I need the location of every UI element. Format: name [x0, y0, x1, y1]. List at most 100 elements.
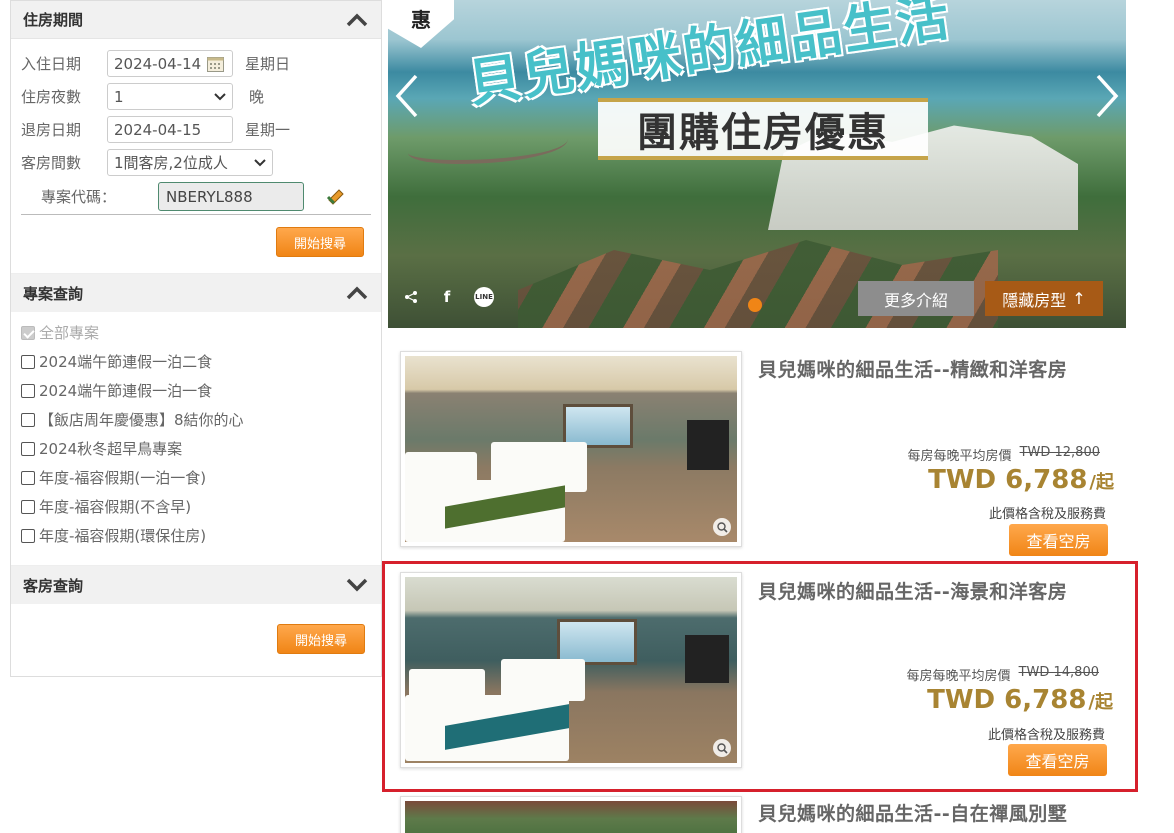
chevron-left-icon[interactable]	[392, 72, 422, 120]
checkout-date-field[interactable]: 2024-04-15	[107, 116, 233, 143]
chevron-right-icon[interactable]	[1092, 72, 1122, 120]
search-sidebar: 住房期間 入住日期 2024-04-14 星期日 住房夜數 1 晚 退房日期 2…	[10, 0, 382, 677]
chevron-up-icon[interactable]	[345, 281, 369, 305]
checkin-row: 入住日期 2024-04-14 星期日	[11, 47, 381, 80]
sale-price-unit: /起	[1089, 472, 1114, 493]
plan-section-title: 專案查詢	[23, 284, 84, 303]
sale-price-value: TWD 6,788	[928, 465, 1088, 495]
price-caption: 每房每晚平均房價	[907, 449, 1012, 464]
plan-option-label: 年度-福容假期(環保住房)	[39, 527, 207, 545]
arrow-up-icon: ↑	[1072, 289, 1086, 308]
room-photo[interactable]	[400, 796, 742, 833]
checkin-weekday: 星期日	[245, 55, 291, 73]
zoom-icon[interactable]	[713, 518, 731, 536]
share-bar: f LINE	[402, 284, 502, 310]
rooms-select[interactable]: 1間客房,2位成人	[107, 149, 273, 176]
stay-section-title: 住房期間	[23, 11, 84, 29]
room-name[interactable]: 貝兒媽咪的細品生活--自在禪風別墅	[758, 799, 1067, 826]
room-card-highlighted: 貝兒媽咪的細品生活--海景和洋客房 每房每晚平均房價 TWD 14,800 TW…	[382, 561, 1138, 792]
chevron-down-icon[interactable]	[345, 573, 369, 597]
sale-price-value: TWD 6,788	[927, 685, 1087, 715]
nights-row: 住房夜數 1 晚	[11, 80, 381, 113]
plan-option-label: 2024秋冬超早鳥專案	[39, 440, 183, 458]
chevron-down-icon	[214, 92, 226, 100]
plan-option-label: 全部專案	[39, 324, 100, 342]
plan-section-header[interactable]: 專案查詢	[11, 274, 381, 312]
checkbox[interactable]	[21, 499, 35, 514]
room-card: 貝兒媽咪的細品生活--精緻和洋客房 每房每晚平均房價 TWD 12,800 TW…	[388, 341, 1126, 556]
room-name[interactable]: 貝兒媽咪的細品生活--精緻和洋客房	[758, 355, 1067, 382]
promo-code-input[interactable]: NBERYL888	[158, 182, 305, 211]
plan-option-label: 2024端午節連假一泊二食	[39, 353, 213, 371]
plan-option[interactable]: 2024秋冬超早鳥專案	[11, 434, 381, 463]
checkbox[interactable]	[21, 412, 35, 427]
calendar-icon[interactable]	[207, 56, 225, 72]
plan-option-label: 【飯店周年慶優惠】8結你的心	[39, 411, 244, 429]
plan-option[interactable]: 【飯店周年慶優惠】8結你的心	[11, 405, 381, 434]
zoom-icon[interactable]	[713, 739, 731, 757]
apply-code-icon[interactable]	[326, 187, 346, 207]
price-caption-row: 每房每晚平均房價 TWD 12,800	[908, 445, 1100, 464]
price-caption-row: 每房每晚平均房價 TWD 14,800	[907, 665, 1099, 684]
rooms-value: 1間客房,2位成人	[114, 154, 228, 172]
check-availability-button[interactable]: 查看空房	[1008, 744, 1107, 776]
plan-option[interactable]: 2024端午節連假一泊一食	[11, 376, 381, 405]
plan-option-label: 年度-福容假期(不含早)	[39, 498, 192, 516]
nights-select[interactable]: 1	[107, 83, 233, 110]
sale-price: TWD 6,788/起	[928, 465, 1114, 495]
nights-value: 1	[114, 87, 124, 106]
chevron-up-icon[interactable]	[345, 8, 369, 32]
original-price: TWD 14,800	[1018, 665, 1099, 680]
checkout-label: 退房日期	[21, 121, 82, 139]
plan-option[interactable]: 年度-福容假期(不含早)	[11, 492, 381, 521]
room-card: 貝兒媽咪的細品生活--自在禪風別墅	[388, 794, 1126, 833]
line-icon[interactable]: LINE	[474, 287, 494, 307]
banner-scenery-bridge	[408, 128, 568, 164]
facebook-icon[interactable]: f	[438, 288, 456, 306]
checkbox[interactable]	[21, 470, 35, 485]
room-photo[interactable]	[400, 351, 742, 547]
plan-option[interactable]: 2024端午節連假一泊二食	[11, 347, 381, 376]
hide-rooms-label: 隱藏房型	[1002, 290, 1067, 310]
checkout-date-value: 2024-04-15	[114, 120, 202, 139]
checkbox[interactable]	[21, 441, 35, 456]
checkin-date-field[interactable]: 2024-04-14	[107, 50, 233, 77]
checkbox[interactable]	[21, 383, 35, 398]
sale-price: TWD 6,788/起	[927, 685, 1113, 715]
carousel-indicator-dot[interactable]	[748, 298, 762, 312]
banner-corner-tag: 惠	[388, 0, 454, 48]
checkin-date-value: 2024-04-14	[114, 54, 202, 73]
plan-option-label: 年度-福容假期(一泊一食)	[39, 469, 207, 487]
checkout-weekday: 星期一	[245, 121, 291, 139]
chevron-down-icon	[254, 158, 266, 166]
room-photo[interactable]	[400, 572, 742, 768]
stay-section-header[interactable]: 住房期間	[11, 1, 381, 39]
room-search-button[interactable]: 開始搜尋	[277, 624, 365, 654]
room-photo-image	[405, 801, 737, 833]
tax-note: 此價格含稅及服務費	[988, 507, 1106, 522]
plan-option-all[interactable]: 全部專案	[11, 318, 381, 347]
promo-code-label: 專案代碼：	[41, 188, 117, 206]
check-availability-button[interactable]: 查看空房	[1009, 524, 1108, 556]
promo-code-row: 專案代碼： NBERYL888	[21, 179, 371, 215]
room-section-title: 客房查詢	[23, 576, 84, 595]
checkout-row: 退房日期 2024-04-15 星期一	[11, 113, 381, 146]
nights-label: 住房夜數	[21, 88, 82, 106]
share-icon[interactable]	[402, 288, 420, 306]
plan-option[interactable]: 年度-福容假期(環保住房)	[11, 521, 381, 550]
more-info-button[interactable]: 更多介紹	[858, 281, 974, 316]
checkbox[interactable]	[21, 354, 35, 369]
rooms-row: 客房間數 1間客房,2位成人	[11, 146, 381, 179]
room-tv	[685, 635, 729, 683]
banner-subtitle: 團購住房優惠	[598, 98, 928, 160]
room-tv	[687, 420, 729, 470]
checkbox[interactable]	[21, 325, 35, 340]
stay-search-button[interactable]: 開始搜尋	[276, 227, 364, 257]
room-section-header[interactable]: 客房查詢	[11, 566, 381, 604]
plan-option[interactable]: 年度-福容假期(一泊一食)	[11, 463, 381, 492]
checkbox[interactable]	[21, 528, 35, 543]
hide-rooms-button[interactable]: 隱藏房型 ↑	[985, 281, 1103, 316]
plan-option-label: 2024端午節連假一泊一食	[39, 382, 213, 400]
room-name[interactable]: 貝兒媽咪的細品生活--海景和洋客房	[758, 577, 1067, 604]
original-price: TWD 12,800	[1019, 445, 1100, 460]
